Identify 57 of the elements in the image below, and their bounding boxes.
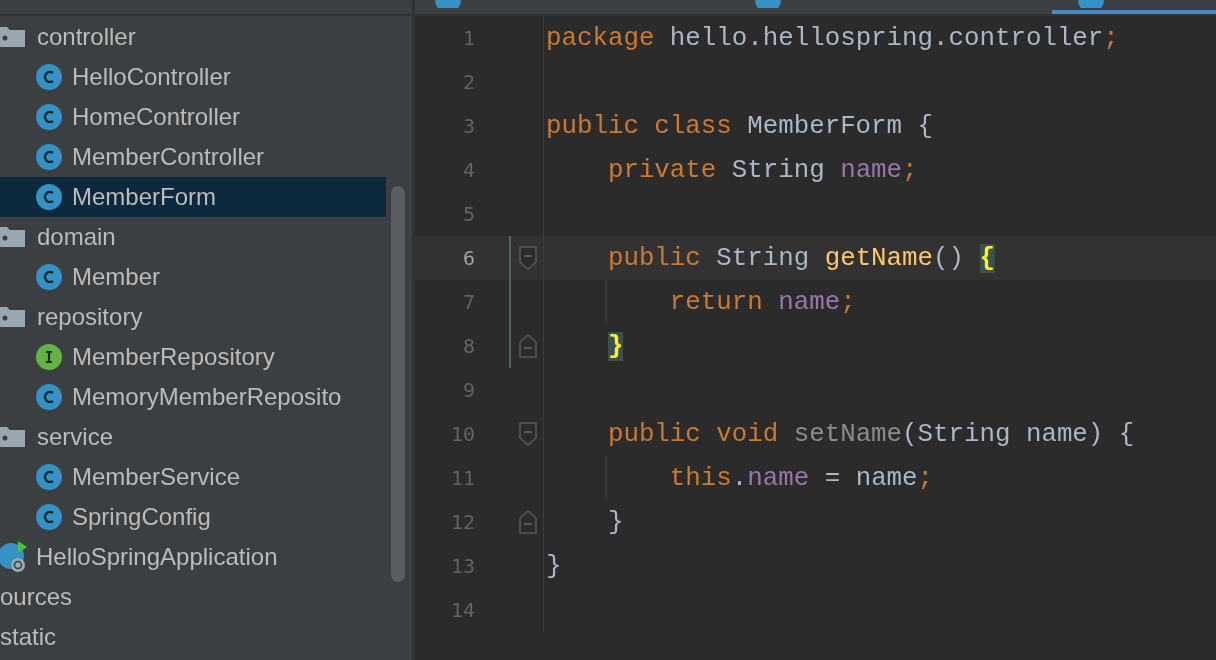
code-line: } bbox=[606, 507, 624, 537]
class-icon bbox=[1078, 0, 1104, 8]
tree-item[interactable]: MemoryMemberReposito bbox=[0, 377, 386, 417]
class-icon bbox=[36, 64, 62, 90]
line-number: 6 bbox=[461, 246, 475, 270]
tree-item[interactable]: service bbox=[0, 417, 386, 457]
tree-item[interactable]: MemberRepository bbox=[0, 337, 386, 377]
tree-item[interactable]: MemberService bbox=[0, 457, 386, 497]
tree-item[interactable]: domain bbox=[0, 217, 386, 257]
class-icon bbox=[755, 0, 781, 8]
line-number: 1 bbox=[461, 26, 475, 50]
line-number: 11 bbox=[449, 466, 475, 490]
code-line: } bbox=[546, 551, 562, 581]
code-line: public void setName(String name) { bbox=[606, 419, 1135, 449]
editor-tab[interactable] bbox=[1052, 0, 1216, 14]
line-number: 12 bbox=[449, 510, 475, 534]
line-number: 7 bbox=[461, 290, 475, 314]
code-line: private String name; bbox=[606, 155, 918, 185]
fold-icon[interactable] bbox=[519, 246, 537, 270]
tree-item[interactable]: ources bbox=[0, 577, 386, 617]
code-line: public String getName() { bbox=[606, 243, 995, 273]
selected-tree-item[interactable]: MemberForm bbox=[0, 177, 386, 217]
tree-item[interactable]: HelloSpringApplication bbox=[0, 537, 386, 577]
line-number: 10 bbox=[449, 422, 475, 446]
line-number: 5 bbox=[461, 202, 475, 226]
tree-item[interactable]: controller bbox=[0, 17, 386, 57]
code-line: this.name = name; bbox=[668, 463, 934, 493]
line-number: 3 bbox=[461, 114, 475, 138]
line-number: 13 bbox=[449, 554, 475, 578]
line-number: 8 bbox=[461, 334, 475, 358]
line-number: 4 bbox=[461, 158, 475, 182]
class-icon bbox=[36, 144, 62, 170]
class-icon bbox=[36, 464, 62, 490]
code-line: public class MemberForm { bbox=[546, 111, 934, 141]
line-number: 2 bbox=[461, 70, 475, 94]
tree-item[interactable]: repository bbox=[0, 297, 386, 337]
line-number: 9 bbox=[461, 378, 475, 402]
class-icon bbox=[36, 384, 62, 410]
tree-item[interactable]: Member bbox=[0, 257, 386, 297]
code-line: package hello.hellospring.controller; bbox=[546, 23, 1119, 53]
tree-item[interactable]: MemberController bbox=[0, 137, 386, 177]
tree-item[interactable]: HelloController bbox=[0, 57, 386, 97]
tree-item[interactable]: static bbox=[0, 617, 386, 657]
class-icon bbox=[36, 104, 62, 130]
tree-item[interactable]: HomeController bbox=[0, 97, 386, 137]
unfold-icon[interactable] bbox=[519, 334, 537, 358]
unfold-icon[interactable] bbox=[519, 510, 537, 534]
scrollbar-thumb[interactable] bbox=[391, 186, 405, 582]
class-icon bbox=[36, 264, 62, 290]
class-icon bbox=[435, 0, 461, 8]
tree-item[interactable]: SpringConfig bbox=[0, 497, 386, 537]
line-number: 14 bbox=[449, 598, 475, 622]
class-icon bbox=[36, 504, 62, 530]
interface-icon bbox=[36, 344, 62, 370]
code-line: return name; bbox=[668, 287, 856, 317]
class-icon bbox=[36, 184, 62, 210]
fold-icon[interactable] bbox=[519, 422, 537, 446]
